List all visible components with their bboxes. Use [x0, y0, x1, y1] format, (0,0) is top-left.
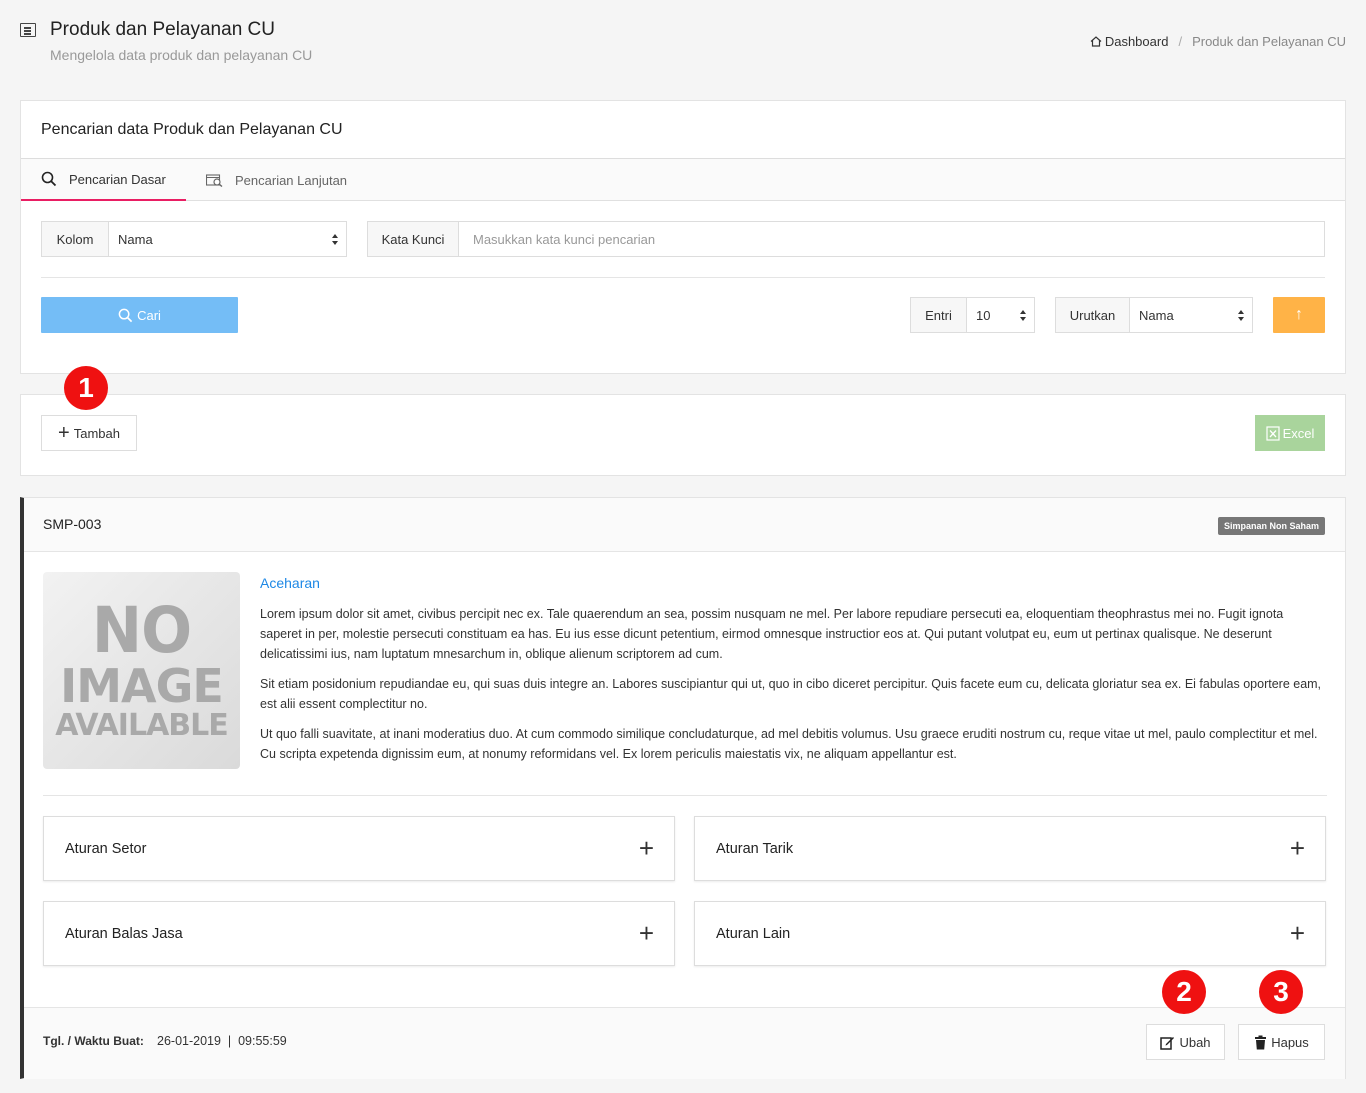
- advanced-search-icon: [206, 174, 223, 187]
- entries-select-group: Entri 10: [910, 297, 1035, 333]
- page-subtitle: Mengelola data produk dan pelayanan CU: [50, 47, 313, 63]
- rule-tarik-accordion[interactable]: Aturan Tarik +: [694, 816, 1326, 881]
- column-select[interactable]: Nama: [109, 222, 346, 256]
- annotation-marker-2: 2: [1162, 970, 1206, 1014]
- product-description: Lorem ipsum dolor sit amet, civibus perc…: [260, 604, 1326, 774]
- delete-button[interactable]: Hapus: [1238, 1024, 1325, 1060]
- actions-panel: + Tambah Excel: [20, 394, 1346, 476]
- created-label: Tgl. / Waktu Buat:: [43, 1034, 144, 1048]
- sort-select[interactable]: Nama: [1130, 298, 1252, 332]
- arrow-up-icon: ↑: [1295, 306, 1303, 323]
- rule-setor-accordion[interactable]: Aturan Setor +: [43, 816, 675, 881]
- keyword-group: Kata Kunci: [367, 221, 1325, 257]
- created-value: 26-01-2019 | 09:55:59: [157, 1034, 287, 1048]
- page-header: Produk dan Pelayanan CU Mengelola data p…: [20, 18, 1346, 78]
- product-image-placeholder: NO IMAGE AVAILABLE: [43, 572, 240, 769]
- home-icon: [1090, 36, 1102, 47]
- plus-icon: +: [58, 422, 70, 444]
- entries-select[interactable]: 10: [967, 298, 1034, 332]
- sort-select-group: Urutkan Nama: [1055, 297, 1253, 333]
- breadcrumb-current: Produk dan Pelayanan CU: [1192, 34, 1346, 49]
- product-card-header: SMP-003 Simpanan Non Saham: [24, 498, 1345, 552]
- rule-lain-accordion[interactable]: Aturan Lain +: [694, 901, 1326, 966]
- product-card: SMP-003 Simpanan Non Saham NO IMAGE AVAI…: [20, 497, 1346, 1079]
- search-tabs: Pencarian Dasar Pencarian Lanjutan: [21, 159, 1345, 201]
- annotation-marker-3: 3: [1259, 970, 1303, 1014]
- rule-balas-jasa-accordion[interactable]: Aturan Balas Jasa +: [43, 901, 675, 966]
- column-label: Kolom: [42, 222, 109, 256]
- annotation-marker-1: 1: [64, 366, 108, 410]
- product-name-link[interactable]: Aceharan: [260, 575, 320, 591]
- description-paragraph: Lorem ipsum dolor sit amet, civibus perc…: [260, 607, 1284, 661]
- search-panel: Pencarian data Produk dan Pelayanan CU P…: [20, 100, 1346, 374]
- tab-basic-search[interactable]: Pencarian Dasar: [21, 159, 186, 201]
- search-icon: [41, 171, 57, 187]
- search-icon: [118, 308, 133, 322]
- column-select-group: Kolom Nama: [41, 221, 347, 257]
- divider: [43, 795, 1327, 796]
- export-excel-button[interactable]: Excel: [1255, 415, 1325, 451]
- excel-icon: [1265, 425, 1280, 441]
- list-icon: [20, 23, 36, 37]
- entries-label: Entri: [911, 298, 967, 332]
- product-code: SMP-003: [43, 516, 102, 532]
- page-title: Produk dan Pelayanan CU: [50, 19, 275, 40]
- description-paragraph: Ut quo falli suavitate, at inani moderat…: [260, 727, 1318, 761]
- keyword-input[interactable]: [459, 222, 1324, 256]
- add-button[interactable]: + Tambah: [41, 415, 137, 451]
- sort-label: Urutkan: [1056, 298, 1130, 332]
- breadcrumb-home-link[interactable]: Dashboard: [1090, 34, 1168, 49]
- plus-icon: +: [1289, 918, 1305, 948]
- breadcrumb-separator: /: [1178, 34, 1183, 49]
- description-paragraph: Sit etiam posidonium repudiandae eu, qui…: [260, 677, 1322, 711]
- plus-icon: +: [638, 833, 654, 863]
- trash-icon: [1255, 1035, 1267, 1049]
- search-button[interactable]: Cari: [41, 297, 238, 333]
- edit-button[interactable]: Ubah: [1146, 1024, 1225, 1060]
- breadcrumb: Dashboard / Produk dan Pelayanan CU: [1090, 34, 1346, 49]
- search-panel-title: Pencarian data Produk dan Pelayanan CU: [21, 101, 1345, 159]
- plus-icon: +: [1289, 833, 1305, 863]
- keyword-label: Kata Kunci: [368, 222, 459, 256]
- product-card-footer: Tgl. / Waktu Buat: 26-01-2019 | 09:55:59…: [24, 1007, 1345, 1079]
- category-badge: Simpanan Non Saham: [1217, 517, 1325, 535]
- edit-icon: [1160, 1036, 1175, 1050]
- divider: [41, 277, 1325, 278]
- tab-advanced-search[interactable]: Pencarian Lanjutan: [206, 159, 347, 201]
- sort-direction-button[interactable]: ↑: [1273, 297, 1325, 333]
- plus-icon: +: [638, 918, 654, 948]
